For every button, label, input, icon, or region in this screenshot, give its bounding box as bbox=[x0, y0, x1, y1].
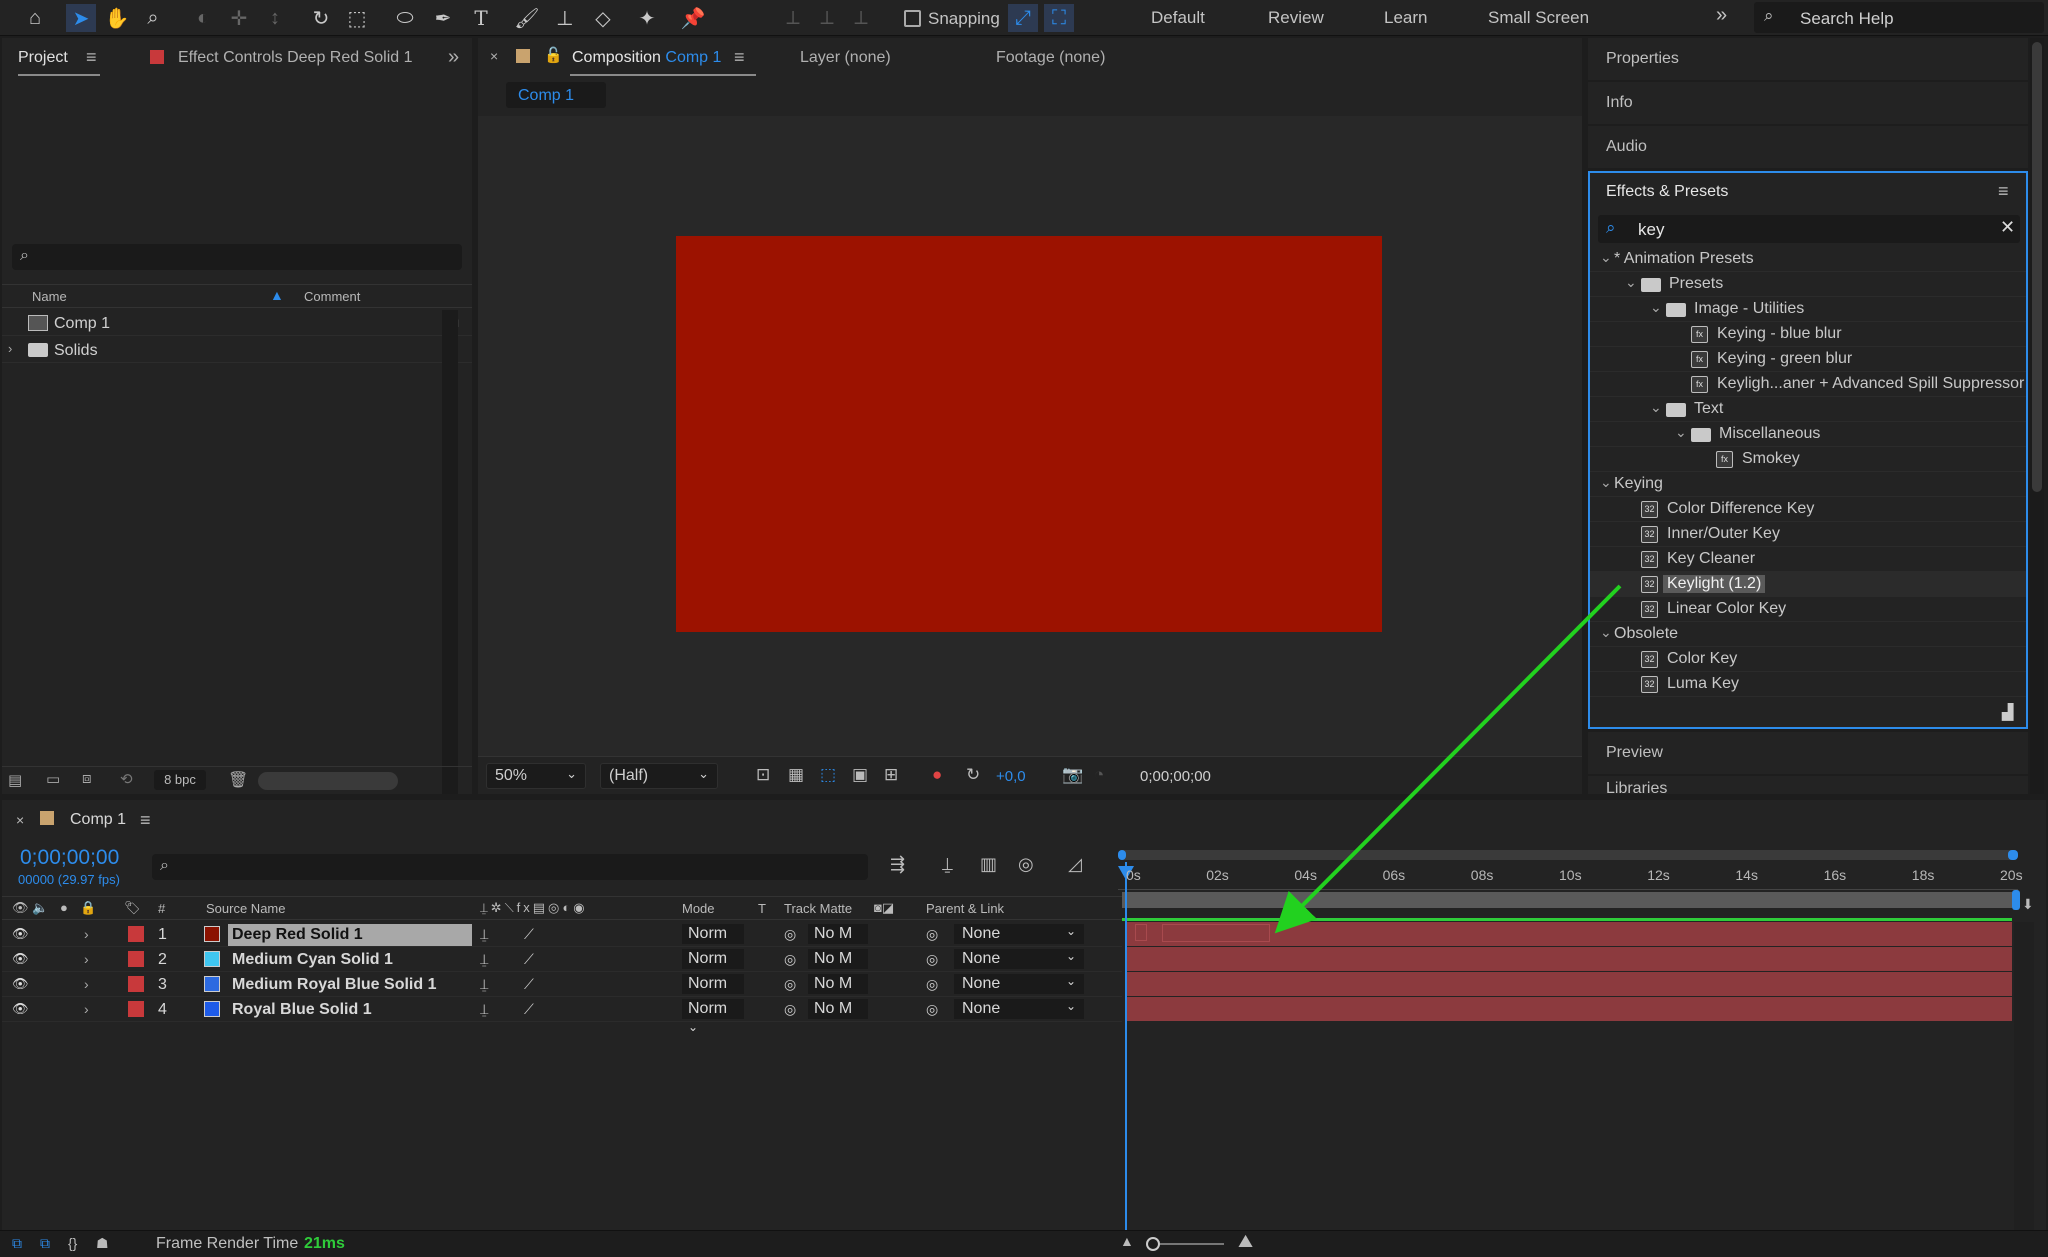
annotation-arrow-line bbox=[1274, 584, 1622, 934]
annotation-arrow bbox=[1274, 584, 1622, 934]
